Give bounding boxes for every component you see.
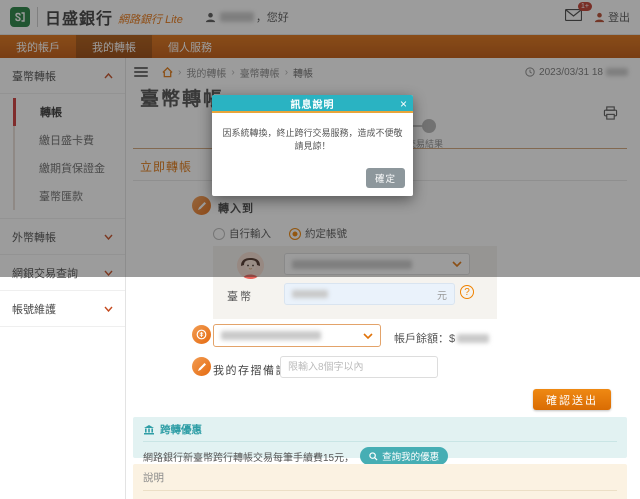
close-icon[interactable]: × [400, 96, 407, 112]
notes-section: 說明 1. 本交易內容經送出後，將立即自您的帳戶扣款轉出，請於執行前再次確認。 [133, 464, 627, 499]
check-my-offers-button[interactable]: 查詢我的優惠 [360, 447, 448, 465]
pencil-icon [197, 362, 207, 372]
help-icon[interactable]: ? [460, 285, 474, 299]
chevron-down-icon [104, 306, 113, 312]
chevron-down-icon [363, 333, 373, 339]
promo-text: 網路銀行新臺幣跨行轉帳交易每筆手續費15元， [143, 449, 354, 464]
promo-title: 跨轉優惠 [160, 422, 202, 437]
from-account-select[interactable] [213, 324, 381, 347]
sidebar-group-label: 帳號維護 [12, 301, 56, 317]
dialog-footer: 確定 [212, 160, 413, 196]
dialog-message: 因系統轉換，終止跨行交易服務，造成不便敬請見諒！ [212, 113, 413, 160]
promo-header: 跨轉優惠 [143, 422, 617, 442]
currency-unit: 元 [437, 287, 447, 302]
from-account-icon [192, 325, 211, 344]
bank-icon [143, 424, 155, 435]
amount-input[interactable]: 元 [284, 283, 455, 305]
confirm-submit-button[interactable]: 確認送出 [533, 389, 611, 410]
dialog-title: 訊息說明 [212, 96, 413, 111]
memo-input[interactable] [280, 356, 438, 378]
notes-title: 說明 [143, 470, 617, 491]
masked-amount [292, 290, 328, 298]
coin-icon [196, 329, 207, 340]
check-my-offers-label: 查詢我的優惠 [382, 449, 439, 463]
message-dialog: 訊息說明 × 因系統轉換，終止跨行交易服務，造成不便敬請見諒！ 確定 [212, 95, 413, 196]
masked-balance [457, 334, 489, 343]
memo-label: 我的存摺備註 [213, 362, 288, 378]
promo-body: 網路銀行新臺幣跨行轉帳交易每筆手續費15元， 查詢我的優惠 [143, 447, 617, 465]
memo-icon [192, 357, 211, 376]
dialog-header: 訊息說明 × [212, 95, 413, 113]
search-icon [369, 452, 378, 461]
masked-from-account [221, 331, 321, 340]
currency-label: 臺幣 [227, 288, 253, 304]
promo-section: 跨轉優惠 網路銀行新臺幣跨行轉帳交易每筆手續費15元， 查詢我的優惠 [133, 417, 627, 458]
account-balance: 帳戶餘額：$ [394, 330, 489, 346]
ok-button[interactable]: 確定 [366, 168, 405, 188]
sidebar-group-account-maint[interactable]: 帳號維護 [0, 291, 125, 327]
balance-label: 帳戶餘額：$ [394, 330, 455, 346]
netbank-page: 日盛銀行 網路銀行 Lite ，您好 1+ 登出 我的帳戶 我的轉帳 個人服務 … [0, 0, 640, 499]
